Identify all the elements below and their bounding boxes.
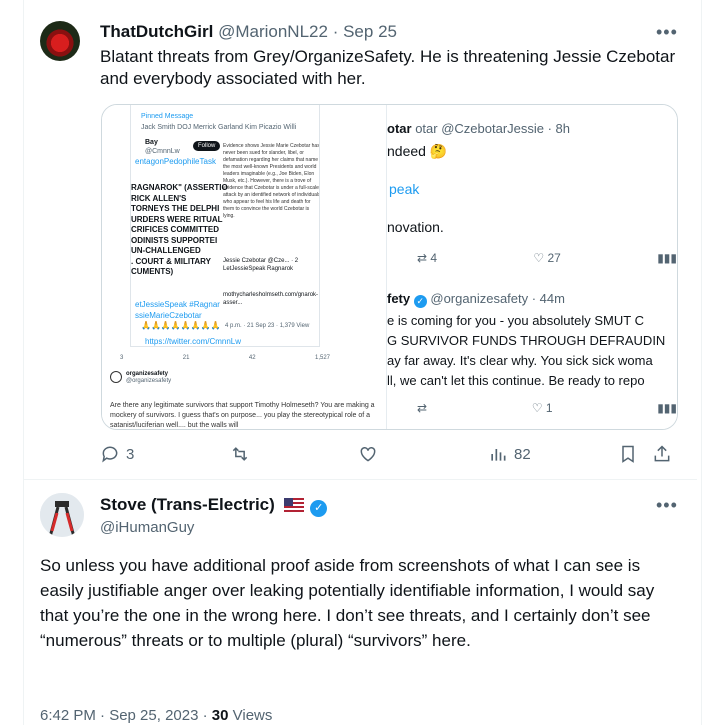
quoted-actions-top: ⇄ 4 ♡ 27 ▮▮▮: [417, 251, 677, 265]
views-label: Views: [228, 707, 273, 724]
media-image-right[interactable]: otar otar @CzebotarJessie · 8h ndeed 🤔 p…: [387, 105, 677, 429]
hashtag-top: entagonPedophileTask: [135, 157, 216, 166]
quoted-name-partial: otar: [387, 121, 412, 136]
separator: ·: [332, 22, 339, 41]
quoted-line-3: novation.: [387, 219, 444, 235]
tweet-actions: 3 82: [100, 444, 670, 468]
views-icon-small: ▮▮▮: [657, 401, 677, 415]
org-avatar-icon: [110, 371, 122, 383]
views-count: 30: [211, 707, 229, 724]
org-actions: ⇄ ♡ 1 ▮▮▮: [417, 401, 677, 415]
org-handle-time: @organizesafety · 44m: [430, 291, 565, 306]
org-body-line-2: G SURVIVOR FUNDS THROUGH DEFRAUDIN: [387, 333, 666, 348]
tweet-text: Blatant threats from Grey/OrganizeSafety…: [100, 47, 676, 88]
retweet-button[interactable]: [230, 444, 250, 464]
tweet-date[interactable]: Sep 25: [343, 22, 397, 41]
left-gutter: [0, 0, 24, 725]
follow-button: Follow: [193, 141, 221, 151]
media-image-left[interactable]: Pinned Message Jack Smith DOJ Merrick Ga…: [102, 105, 387, 429]
quoted-replies: 3: [120, 355, 124, 361]
retweet-icon-small: ⇄: [417, 401, 428, 415]
like-count: 1: [545, 401, 553, 415]
org-name-partial: fety: [387, 291, 411, 306]
link-preview: mothycharlesholmseth.com/gnarok-asser...: [223, 292, 319, 306]
like-count: 27: [547, 251, 561, 265]
quoted-link: https://twitter.com/CmnnLw: [145, 337, 242, 346]
phone-screenshot: Pinned Message Jack Smith DOJ Merrick Ga…: [130, 105, 320, 347]
quoted-actions: 3 21 42 1,527: [120, 355, 330, 361]
quoted-timestamp: 4 p.m. · 21 Sep 23 · 1,379 View: [225, 323, 310, 329]
tweet-media[interactable]: Pinned Message Jack Smith DOJ Merrick Ga…: [101, 104, 678, 430]
avatar[interactable]: [40, 21, 80, 61]
reply-count: 3: [126, 445, 135, 463]
quoted-header: otar otar @CzebotarJessie · 8h: [387, 121, 570, 136]
bookmark-icon: [622, 445, 634, 463]
us-flag-icon: [283, 498, 304, 512]
quoted-retweets: 21: [182, 355, 190, 361]
like-icon-small: ♡ 27: [533, 251, 561, 265]
bookmark-button[interactable]: [618, 444, 638, 464]
jessie-reply: Jessie Czebotar @Cze... · 2 LetJessieSpe…: [223, 258, 299, 272]
quoted-handle-time: otar @CzebotarJessie · 8h: [415, 121, 571, 136]
pinned-names: Jack Smith DOJ Merrick Garland Kim Picaz…: [141, 124, 297, 131]
share-button[interactable]: [652, 444, 672, 464]
quoted-likes: 42: [248, 355, 256, 361]
verified-badge-icon: ✓: [310, 500, 328, 517]
handle[interactable]: @iHumanGuy: [100, 519, 194, 536]
views-button[interactable]: 82: [488, 444, 531, 464]
org-body-line-4: ll, we can't let this continue. Be ready…: [387, 373, 645, 388]
org-body-line-1: e is coming for you - you absolutely SMU…: [387, 313, 644, 328]
hashtags: etJessieSpeak #Ragnar ssieMarieCzebotar: [135, 300, 220, 320]
views-count: 82: [514, 445, 531, 463]
share-icon: [654, 445, 670, 462]
tweet-time[interactable]: 6:42 PM · Sep 25, 2023 ·: [40, 707, 212, 724]
retweet-icon: [232, 447, 248, 461]
org-handle: @organizesafety: [126, 378, 172, 384]
tweet-ihumanguy[interactable]: Stove (Trans-Electric) ✓ @iHumanGuy ••• …: [24, 481, 697, 725]
tweet-text: So unless you have additional proof asid…: [40, 556, 655, 650]
avatar-image: [40, 493, 84, 537]
more-options-icon[interactable]: •••: [656, 495, 678, 516]
display-name[interactable]: Stove (Trans-Electric): [100, 495, 275, 514]
org-name: organizesafety: [126, 371, 169, 377]
quoted-line-1: ndeed 🤔: [387, 143, 448, 159]
tweet-thatdutchgirl[interactable]: ThatDutchGirl @MarionNL22 · Sep 25 ••• B…: [24, 0, 697, 480]
pinned-label: Pinned Message: [141, 113, 194, 120]
reply-icon: [102, 446, 118, 463]
quoted-handle: @CmnnLw: [145, 148, 180, 155]
org-row: fety ✓ @organizesafety · 44m: [387, 291, 565, 308]
more-options-icon[interactable]: •••: [656, 22, 678, 43]
like-button[interactable]: [358, 444, 378, 464]
display-name-row: Stove (Trans-Electric) ✓: [100, 495, 328, 517]
heart-icon: [360, 446, 376, 462]
avatar[interactable]: [40, 493, 84, 537]
tweet-meta: 6:42 PM · Sep 25, 2023 · 30 Views: [40, 707, 272, 724]
org-body-line-3: ay far away. It's clear why. You sick si…: [387, 353, 653, 368]
quoted-author: Bay: [145, 139, 158, 146]
quoted-line-2: peak: [389, 181, 420, 197]
like-icon-small: ♡ 1: [531, 401, 553, 415]
verified-badge-icon: ✓: [413, 295, 427, 308]
display-name[interactable]: ThatDutchGirl: [100, 22, 213, 41]
tweet-header: ThatDutchGirl @MarionNL22 · Sep 25: [100, 22, 397, 42]
emoji-row: 🙏🙏🙏🙏🙏🙏🙏🙏: [141, 321, 221, 330]
views-icon-small: ▮▮▮: [657, 251, 677, 265]
retweet-icon-small: ⇄ 4: [417, 251, 438, 265]
handle[interactable]: @MarionNL22: [218, 22, 328, 41]
retweet-count: 4: [430, 251, 438, 265]
right-gutter: [701, 0, 725, 725]
org-text: Are there any legitimate survivors that …: [110, 402, 375, 429]
reply-button[interactable]: 3: [100, 444, 134, 464]
views-icon: [491, 449, 506, 461]
quoted-views: 1,527: [314, 355, 330, 361]
